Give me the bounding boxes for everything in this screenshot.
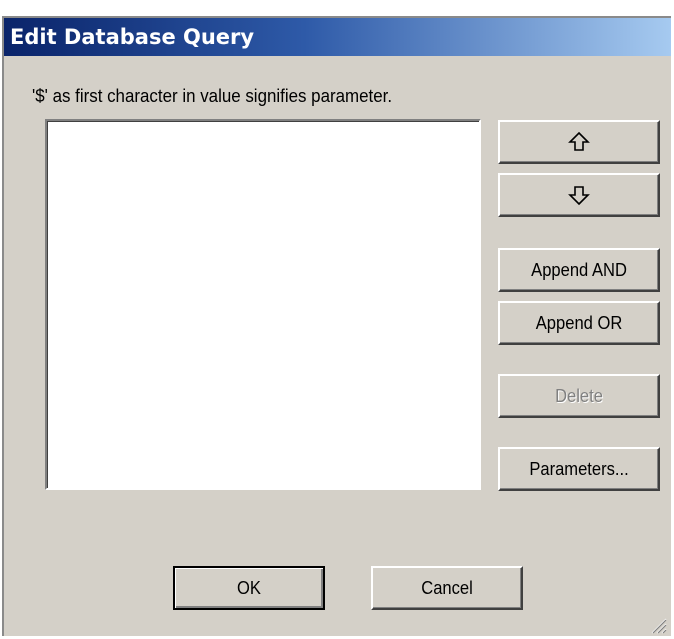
parameters-label: Parameters... bbox=[529, 458, 629, 479]
move-down-button[interactable] bbox=[498, 173, 660, 217]
title-bar[interactable]: Edit Database Query bbox=[4, 18, 671, 56]
resize-grip-icon[interactable] bbox=[647, 614, 667, 634]
parameter-hint-label: '$' as first character in value signifie… bbox=[32, 86, 393, 106]
append-or-label: Append OR bbox=[535, 312, 623, 333]
delete-label: Delete bbox=[555, 385, 603, 406]
ok-label: OK bbox=[237, 577, 261, 598]
move-up-button[interactable] bbox=[498, 120, 660, 164]
down-arrow-icon bbox=[568, 184, 590, 206]
cancel-label: Cancel bbox=[421, 577, 473, 598]
append-and-label: Append AND bbox=[531, 259, 627, 280]
ok-button[interactable]: OK bbox=[173, 566, 325, 610]
cancel-button[interactable]: Cancel bbox=[371, 566, 523, 610]
append-or-button[interactable]: Append OR bbox=[498, 301, 660, 345]
dialog-title: Edit Database Query bbox=[10, 25, 255, 49]
delete-button[interactable]: Delete bbox=[498, 374, 660, 418]
query-conditions-list[interactable] bbox=[45, 119, 481, 490]
append-and-button[interactable]: Append AND bbox=[498, 248, 660, 292]
up-arrow-icon bbox=[568, 131, 590, 153]
parameters-button[interactable]: Parameters... bbox=[498, 447, 660, 491]
edit-database-query-dialog: Edit Database Query '$' as first charact… bbox=[2, 16, 671, 636]
